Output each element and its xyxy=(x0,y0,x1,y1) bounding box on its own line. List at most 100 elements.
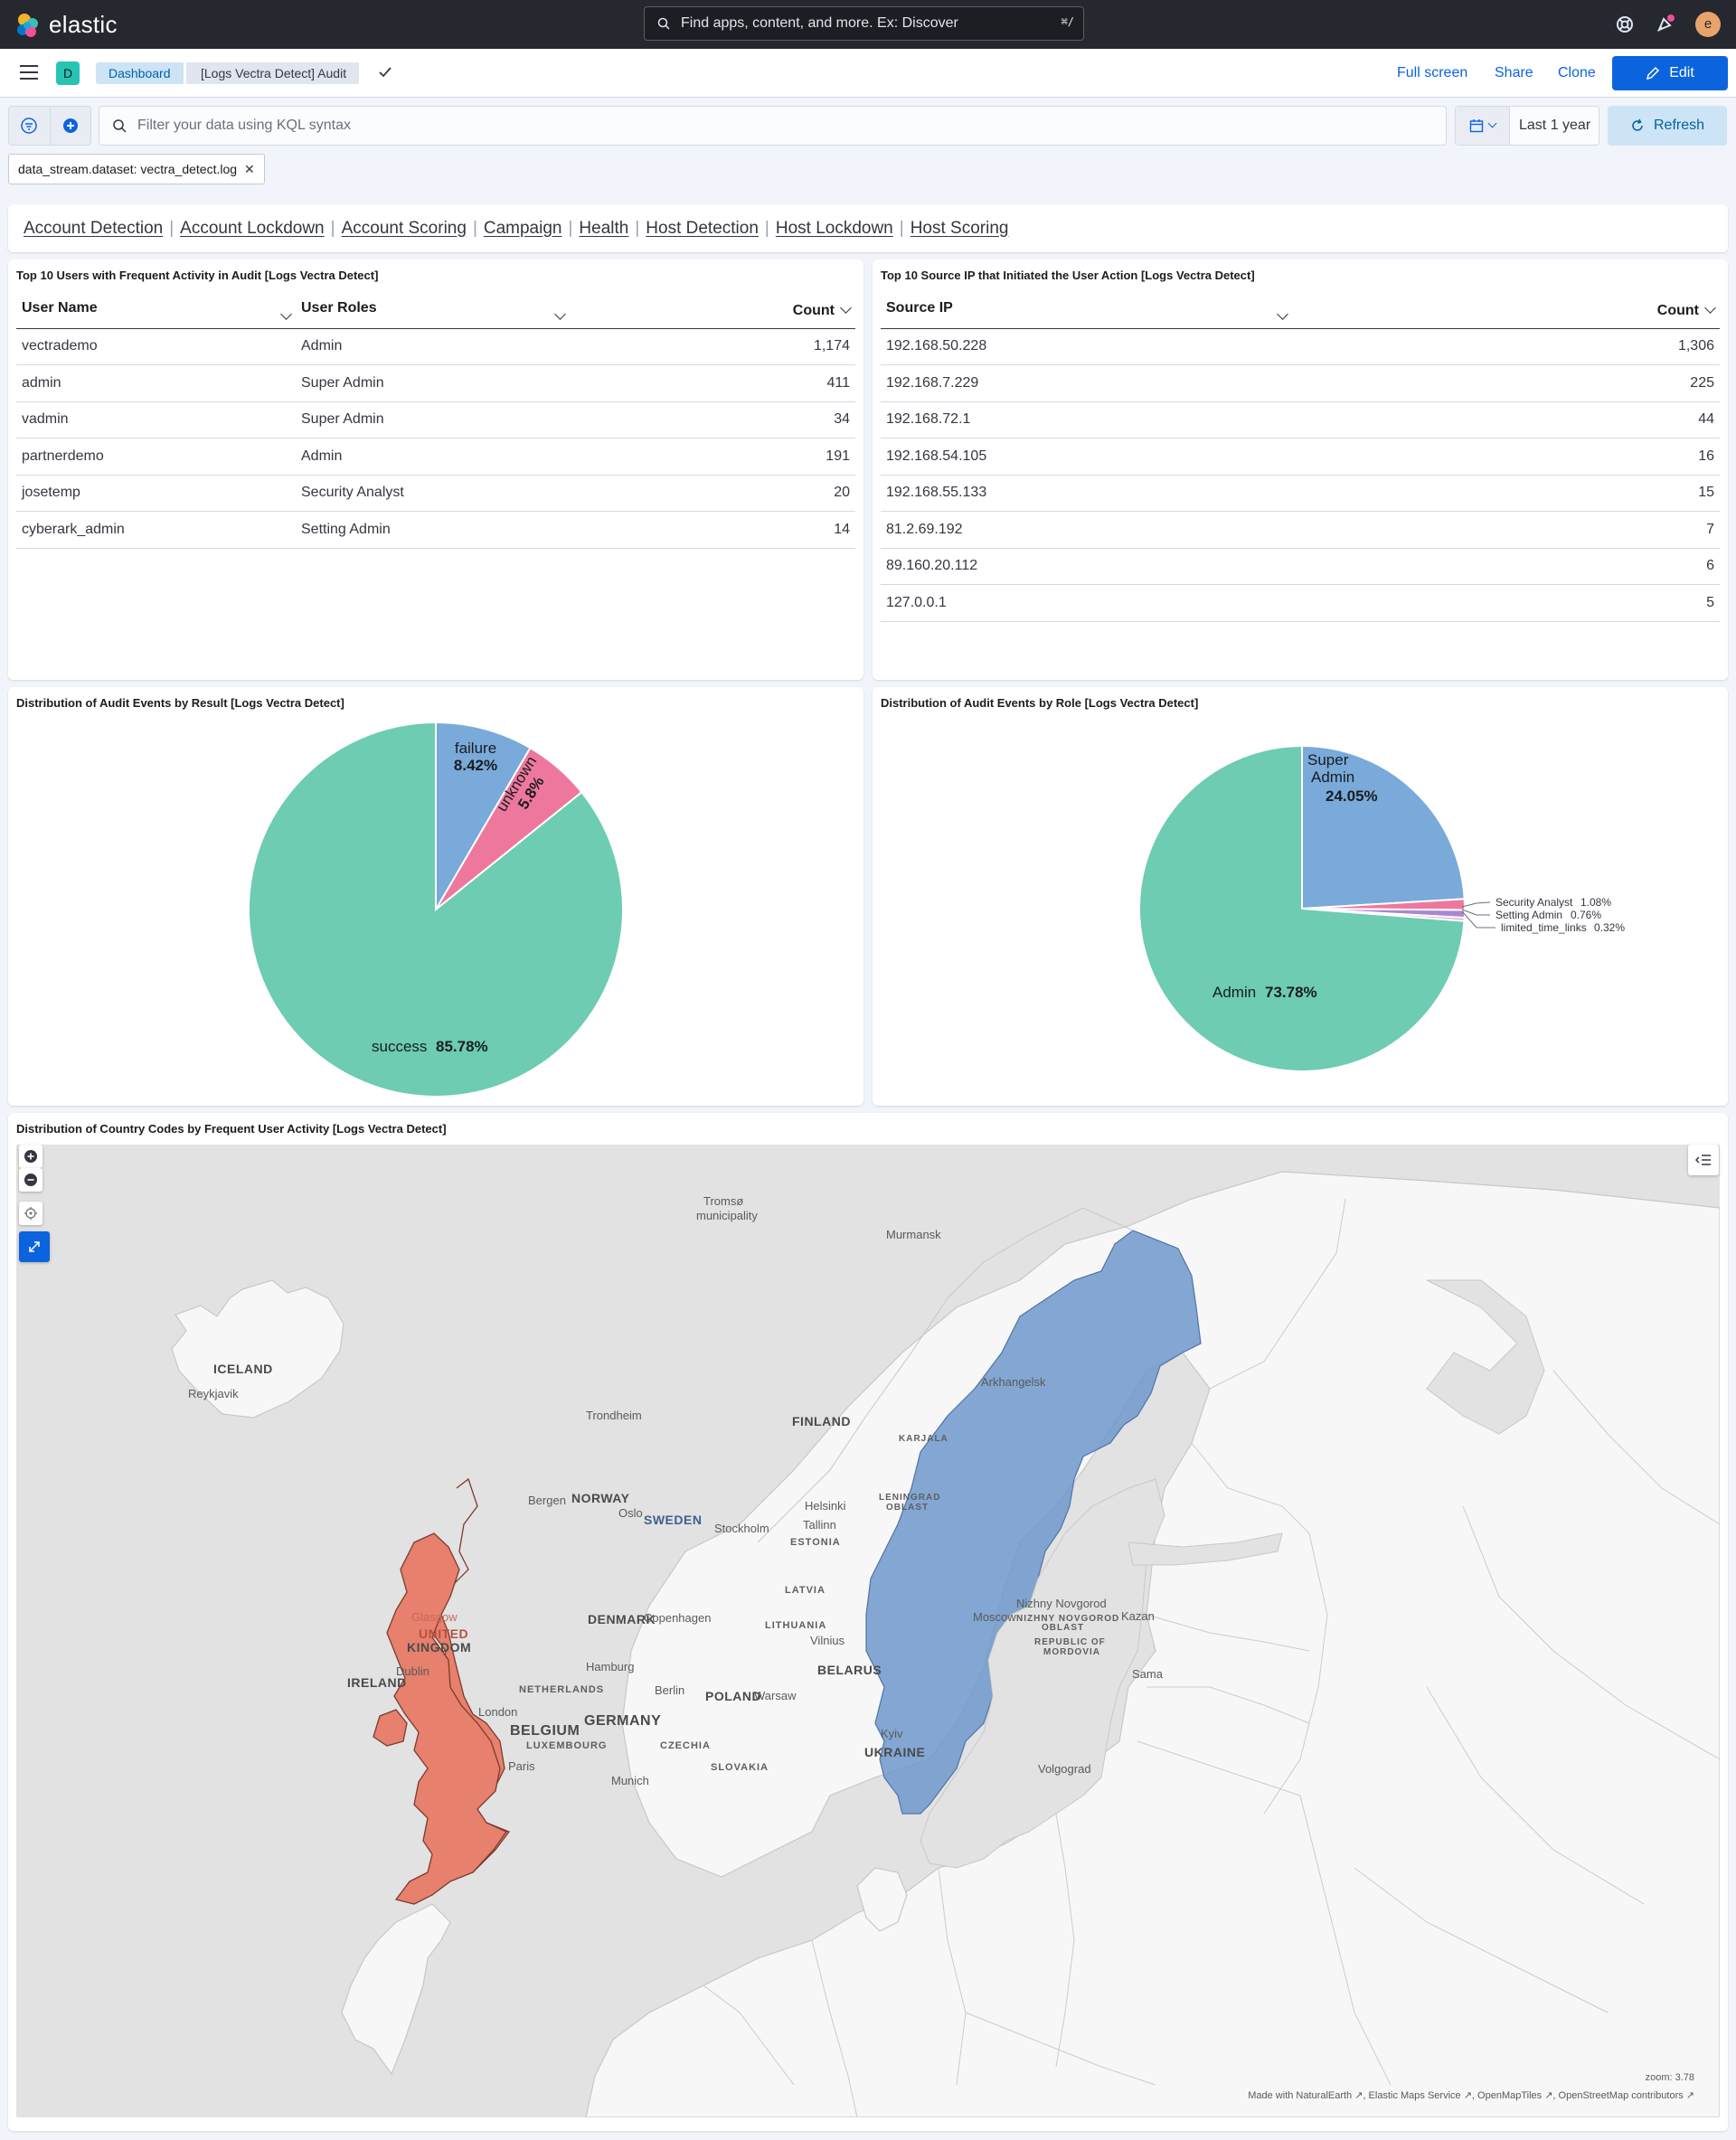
table-row: 192.168.50.228 1,306 xyxy=(881,328,1720,365)
kql-search-input[interactable]: Filter your data using KQL syntax xyxy=(99,106,1447,146)
breadcrumb-current: [Logs Vectra Detect] Audit xyxy=(186,62,360,84)
column-header-source-ip[interactable]: Source IP xyxy=(881,294,1296,329)
link-separator: | xyxy=(899,218,904,238)
menu-toggle-icon[interactable] xyxy=(20,65,38,80)
leader-line-security-analyst xyxy=(1461,901,1491,908)
refresh-icon xyxy=(1632,118,1643,131)
country-map-panel: Distribution of Country Codes by Frequen… xyxy=(8,1113,1728,2131)
table-cell: josetemp xyxy=(16,475,296,512)
table-row: partnerdemo Admin 191 xyxy=(16,438,855,476)
table-row: cyberark_admin Setting Admin 14 xyxy=(16,511,855,549)
map-label: Bergen xyxy=(528,1494,566,1507)
date-picker[interactable]: Last 1 year xyxy=(1455,106,1599,146)
reset-view-button[interactable] xyxy=(19,1202,42,1225)
map-label: Tromsø xyxy=(703,1194,744,1208)
help-icon[interactable] xyxy=(1614,14,1636,35)
saved-query-button[interactable] xyxy=(9,107,51,145)
map-label: Reykjavik xyxy=(188,1387,239,1400)
map-label: municipality xyxy=(696,1209,758,1222)
dashboard-link[interactable]: Host Lockdown xyxy=(776,219,893,239)
add-filter-button[interactable] xyxy=(51,107,91,145)
map-canvas[interactable]: Tromsø municipality Murmansk ICELAND Rey… xyxy=(16,1145,1720,2117)
map-label: Vilnius xyxy=(810,1634,845,1647)
dashboard-link[interactable]: Campaign xyxy=(484,219,562,239)
table-cell: Super Admin xyxy=(296,364,575,402)
refresh-button[interactable]: Refresh xyxy=(1608,106,1727,146)
result-pie-chart: failure 8.42% unknown 5.8% success 85.78… xyxy=(248,721,624,1098)
table-cell: Security Analyst xyxy=(296,475,575,512)
column-header-count[interactable]: Count xyxy=(1296,294,1720,329)
news-feed-icon[interactable] xyxy=(1654,14,1675,35)
map-svg xyxy=(171,1171,1720,2117)
dashboard-link[interactable]: Account Lockdown xyxy=(180,219,325,239)
space-avatar[interactable]: D xyxy=(56,61,80,85)
clone-link[interactable]: Clone xyxy=(1558,65,1596,81)
slice-label-super: Super Admin xyxy=(1307,751,1354,786)
map-label-region: CZECHIA xyxy=(660,1740,711,1751)
checkmark-icon[interactable] xyxy=(376,63,394,81)
filter-pill[interactable]: data_stream.dataset: vectra_detect.log ✕ xyxy=(8,154,265,184)
dashboard-link[interactable]: Account Detection xyxy=(24,219,163,239)
map-label: Munich xyxy=(611,1774,649,1787)
table-cell: 191 xyxy=(575,438,855,476)
chevron-down-icon xyxy=(1704,301,1716,314)
column-header-user-roles[interactable]: User Roles xyxy=(296,294,575,329)
global-header: elastic Find apps, content, and more. Ex… xyxy=(0,0,1736,49)
map-label-country: UNITED xyxy=(419,1626,469,1641)
northern-ireland-shape xyxy=(373,1709,408,1747)
elastic-logo[interactable]: elastic xyxy=(14,11,118,39)
slice-label-setting-admin: Setting Admin xyxy=(1495,909,1562,921)
map-label: Kyiv xyxy=(881,1727,903,1740)
edit-label: Edit xyxy=(1669,65,1694,80)
global-search-input[interactable]: Find apps, content, and more. Ex: Discov… xyxy=(644,6,1084,41)
edit-button[interactable]: Edit xyxy=(1612,56,1728,90)
map-label: Warsaw xyxy=(754,1689,797,1702)
table-cell: 192.168.54.105 xyxy=(881,438,1296,476)
dashboard-link[interactable]: Host Detection xyxy=(646,219,759,239)
table-cell: 89.160.20.112 xyxy=(881,548,1296,585)
source-ip-table-panel: Top 10 Source IP that Initiated the User… xyxy=(873,259,1728,680)
dashboard-link[interactable]: Health xyxy=(579,219,628,239)
breadcrumb-dashboard[interactable]: Dashboard xyxy=(96,62,184,84)
uk-mainland-shape xyxy=(386,1532,507,1905)
close-icon[interactable]: ✕ xyxy=(244,162,255,177)
map-label: Volgograd xyxy=(1038,1762,1091,1776)
table-cell: vectrademo xyxy=(16,328,296,365)
table-cell: 5 xyxy=(1296,584,1720,622)
elastic-logo-icon xyxy=(17,13,38,37)
map-label-country: KINGDOM xyxy=(407,1640,472,1654)
users-table: User Name User Roles Count vectrademo Adm… xyxy=(16,294,855,549)
table-row: 192.168.7.229 225 xyxy=(881,364,1720,402)
share-link[interactable]: Share xyxy=(1495,65,1533,81)
column-header-count[interactable]: Count xyxy=(575,294,855,329)
column-header-user-name[interactable]: User Name xyxy=(16,294,296,329)
map-label: Hamburg xyxy=(586,1660,635,1673)
slice-label-success: success xyxy=(372,1038,427,1055)
map-label: Tallinn xyxy=(803,1518,836,1532)
slice-pct-security-analyst: 1.08% xyxy=(1580,896,1611,909)
zoom-in-button[interactable] xyxy=(19,1145,42,1168)
map-label: Helsinki xyxy=(805,1499,846,1513)
map-label-region: REPUBLIC OF xyxy=(1034,1637,1106,1647)
chevron-down-icon xyxy=(280,308,292,321)
layer-control-button[interactable] xyxy=(1688,1145,1719,1175)
table-row: 192.168.72.1 44 xyxy=(881,401,1720,438)
table-cell: Admin xyxy=(296,328,575,365)
map-attribution[interactable]: Made with NaturalEarth ↗, Elastic Maps S… xyxy=(1248,2089,1694,2101)
chevron-down-icon xyxy=(1277,308,1288,321)
table-cell: 1,306 xyxy=(1296,328,1720,365)
dashboard-link[interactable]: Host Scoring xyxy=(910,219,1009,239)
full-screen-link[interactable]: Full screen xyxy=(1397,65,1467,81)
quick-date-menu[interactable] xyxy=(1456,107,1510,145)
map-label-country: GERMANY xyxy=(584,1713,662,1729)
dashboard-link[interactable]: Account Scoring xyxy=(342,219,467,239)
map-label: Stockholm xyxy=(714,1522,769,1535)
zoom-out-button[interactable] xyxy=(19,1168,42,1192)
calendar-icon xyxy=(1469,119,1484,133)
map-label-region: ESTONIA xyxy=(790,1537,841,1548)
map-label: Murmansk xyxy=(886,1228,941,1241)
map-label: Copenhagen xyxy=(644,1611,712,1625)
fullscreen-map-button[interactable] xyxy=(19,1231,50,1262)
user-avatar[interactable]: e xyxy=(1695,12,1721,37)
filter-buttons xyxy=(8,106,91,146)
